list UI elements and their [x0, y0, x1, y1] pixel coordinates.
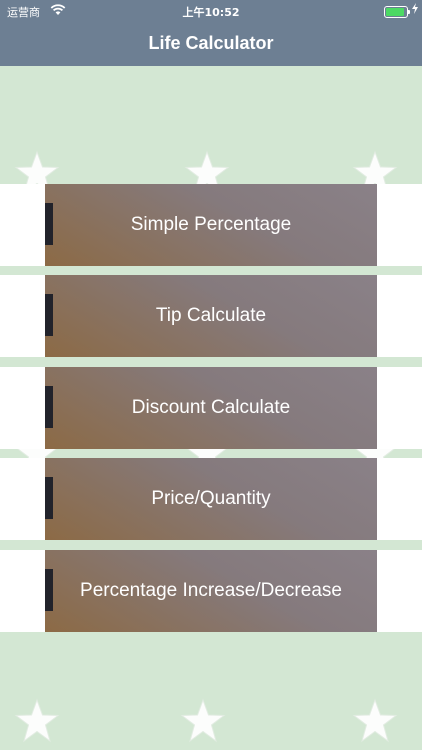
- menu-item-label: Percentage Increase/Decrease: [80, 580, 342, 601]
- menu-item-label: Simple Percentage: [130, 214, 292, 235]
- star-icon: [180, 698, 226, 744]
- menu-item-button[interactable]: Simple Percentage: [45, 184, 377, 266]
- menu-item-label: Price/Quantity: [151, 488, 271, 509]
- menu-item-label: Tip Calculate: [155, 305, 267, 326]
- navigation-bar: Life Calculator: [0, 22, 422, 66]
- star-icon: [14, 698, 60, 744]
- battery-icon: [384, 6, 410, 18]
- menu-item-label: Discount Calculate: [131, 397, 291, 418]
- menu-item-button[interactable]: Tip Calculate: [45, 275, 377, 357]
- star-icon: [352, 698, 398, 744]
- menu-item-button[interactable]: Percentage Increase/Decrease: [45, 550, 377, 632]
- status-time: 上午10:52: [182, 6, 240, 19]
- menu-item-button[interactable]: Price/Quantity: [45, 458, 377, 540]
- status-bar: 运营商 上午10:52: [0, 0, 422, 22]
- charging-icon: [412, 3, 418, 17]
- page-title: Life Calculator: [148, 33, 274, 53]
- menu-item-button[interactable]: Discount Calculate: [45, 367, 377, 449]
